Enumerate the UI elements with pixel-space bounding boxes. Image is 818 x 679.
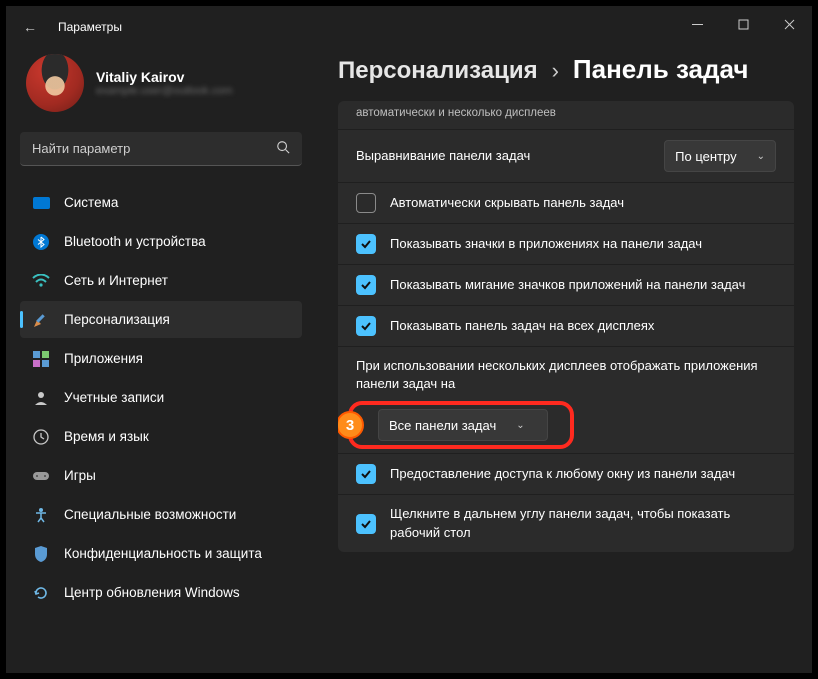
- bluetooth-icon: [32, 233, 50, 251]
- update-icon: [32, 584, 50, 602]
- checkbox-checked[interactable]: [356, 464, 376, 484]
- sidebar-item-network[interactable]: Сеть и Интернет: [20, 262, 302, 299]
- sidebar-item-label: Приложения: [64, 351, 143, 366]
- sidebar-item-accounts[interactable]: Учетные записи: [20, 379, 302, 416]
- wifi-icon: [32, 272, 50, 290]
- dropdown-value: По центру: [675, 149, 736, 164]
- row-show-badges[interactable]: Показывать значки в приложениях на панел…: [338, 223, 794, 264]
- sidebar-item-label: Персонализация: [64, 312, 170, 327]
- sidebar-item-time[interactable]: Время и язык: [20, 418, 302, 455]
- row-label: Выравнивание панели задач: [356, 147, 650, 165]
- checkbox-checked[interactable]: [356, 275, 376, 295]
- row-label: Показывать значки в приложениях на панел…: [390, 235, 776, 253]
- maximize-button[interactable]: [720, 6, 766, 42]
- chevron-right-icon: ›: [552, 58, 559, 84]
- sidebar-item-apps[interactable]: Приложения: [20, 340, 302, 377]
- sidebar-item-accessibility[interactable]: Специальные возможности: [20, 496, 302, 533]
- minimize-button[interactable]: [674, 6, 720, 42]
- shield-icon: [32, 545, 50, 563]
- search-input[interactable]: Найти параметр: [20, 132, 302, 166]
- row-any-window-access[interactable]: Предоставление доступа к любому окну из …: [338, 453, 794, 494]
- user-email: example.user@outlook.com: [96, 85, 233, 97]
- row-label: Показывать панель задач на всех дисплеях: [390, 317, 776, 335]
- person-icon: [32, 389, 50, 407]
- close-button[interactable]: [766, 6, 812, 42]
- clock-icon: [32, 428, 50, 446]
- window-title: Параметры: [58, 20, 122, 34]
- sidebar-item-label: Конфиденциальность и защита: [64, 546, 262, 561]
- checkbox-checked[interactable]: [356, 316, 376, 336]
- breadcrumb: Персонализация › Панель задач: [338, 54, 794, 85]
- row-label: Показывать мигание значков приложений на…: [390, 276, 776, 294]
- truncated-description: автоматически и несколько дисплеев: [338, 101, 794, 129]
- settings-panel: автоматически и несколько дисплеев Вырав…: [338, 101, 794, 552]
- apps-icon: [32, 350, 50, 368]
- user-profile[interactable]: Vitaliy Kairov example.user@outlook.com: [20, 48, 302, 126]
- multi-display-dropdown[interactable]: Все панели задач ⌄: [378, 409, 548, 441]
- user-name: Vitaliy Kairov: [96, 69, 233, 85]
- sidebar-item-update[interactable]: Центр обновления Windows: [20, 574, 302, 611]
- highlighted-setting: 3 Все панели задач ⌄: [338, 397, 794, 453]
- page-title: Панель задач: [573, 54, 749, 85]
- chevron-down-icon: ⌄: [516, 420, 524, 431]
- row-show-all-displays[interactable]: Показывать панель задач на всех дисплеях: [338, 305, 794, 346]
- sidebar-item-privacy[interactable]: Конфиденциальность и защита: [20, 535, 302, 572]
- sidebar-item-personalization[interactable]: Персонализация: [20, 301, 302, 338]
- sidebar-item-label: Система: [64, 195, 118, 210]
- breadcrumb-parent[interactable]: Персонализация: [338, 57, 538, 85]
- sidebar-nav: Система Bluetooth и устройства Сеть и Ин…: [20, 184, 302, 611]
- display-icon: [32, 194, 50, 212]
- search-placeholder: Найти параметр: [32, 141, 276, 156]
- search-icon: [276, 140, 290, 157]
- row-show-flashing[interactable]: Показывать мигание значков приложений на…: [338, 264, 794, 305]
- sidebar-item-label: Время и язык: [64, 429, 149, 444]
- row-autohide[interactable]: Автоматически скрывать панель задач: [338, 182, 794, 223]
- annotation-badge: 3: [338, 411, 364, 439]
- sidebar-item-label: Сеть и Интернет: [64, 273, 168, 288]
- row-label: Предоставление доступа к любому окну из …: [390, 465, 776, 483]
- row-label: Автоматически скрывать панель задач: [390, 194, 776, 212]
- sidebar-item-label: Центр обновления Windows: [64, 585, 240, 600]
- sidebar-item-gaming[interactable]: Игры: [20, 457, 302, 494]
- sidebar-item-label: Учетные записи: [64, 390, 164, 405]
- multi-display-prompt: При использовании нескольких дисплеев от…: [356, 357, 776, 397]
- accessibility-icon: [32, 506, 50, 524]
- sidebar-item-system[interactable]: Система: [20, 184, 302, 221]
- sidebar-item-label: Bluetooth и устройства: [64, 234, 206, 249]
- sidebar-item-bluetooth[interactable]: Bluetooth и устройства: [20, 223, 302, 260]
- row-far-corner[interactable]: Щелкните в дальнем углу панели задач, чт…: [338, 494, 794, 551]
- checkbox-checked[interactable]: [356, 514, 376, 534]
- row-alignment: Выравнивание панели задач По центру ⌄: [338, 129, 794, 182]
- row-label: Щелкните в дальнем углу панели задач, чт…: [390, 505, 776, 541]
- avatar: [26, 54, 84, 112]
- dropdown-value: Все панели задач: [389, 418, 496, 433]
- checkbox-unchecked[interactable]: [356, 193, 376, 213]
- chevron-down-icon: ⌄: [757, 151, 765, 162]
- sidebar-item-label: Игры: [64, 468, 96, 483]
- checkbox-checked[interactable]: [356, 234, 376, 254]
- gamepad-icon: [32, 467, 50, 485]
- paint-icon: [32, 311, 50, 329]
- back-button[interactable]: ←: [14, 19, 46, 35]
- sidebar-item-label: Специальные возможности: [64, 507, 236, 522]
- alignment-dropdown[interactable]: По центру ⌄: [664, 140, 776, 172]
